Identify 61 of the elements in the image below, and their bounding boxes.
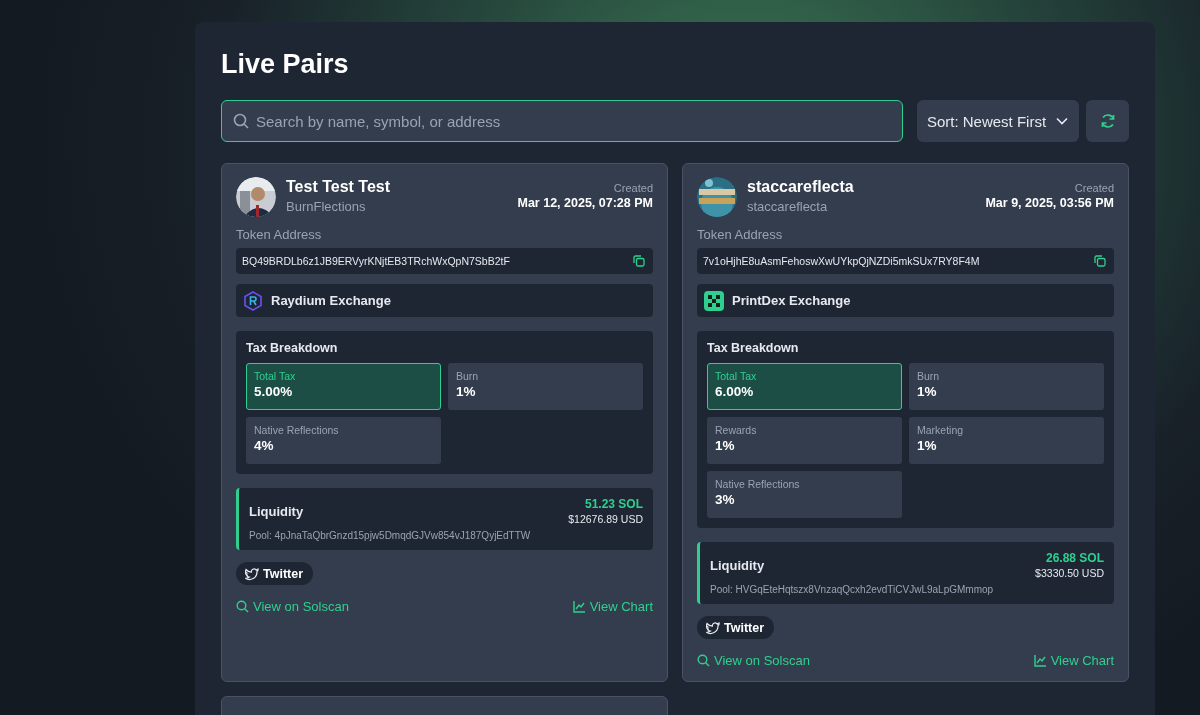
search-field[interactable]: Search by name, symbol, or address xyxy=(221,100,903,142)
search-icon xyxy=(236,600,249,613)
created-label: Created xyxy=(1073,181,1114,195)
chart-link[interactable]: View Chart xyxy=(572,599,653,614)
liquidity-label: Liquidity xyxy=(249,504,304,519)
exchange-name: Raydium Exchange xyxy=(271,293,391,308)
address-label: Token Address xyxy=(236,227,323,243)
copy-icon[interactable] xyxy=(1094,255,1106,267)
tax-title: Tax Breakdown xyxy=(707,341,800,355)
tax-value: 1% xyxy=(456,383,477,401)
token-name: staccareflecta xyxy=(747,177,855,197)
tax-label: Native Reflections xyxy=(254,424,340,437)
hexagon-icon xyxy=(243,290,263,311)
address-label: Token Address xyxy=(697,227,784,243)
usd-amount: $12676.89 USD xyxy=(568,512,643,526)
tax-label: Marketing xyxy=(917,424,965,437)
liquidity-label: Liquidity xyxy=(710,558,765,573)
twitter-button[interactable]: Twitter xyxy=(697,616,775,639)
copy-icon[interactable] xyxy=(633,255,645,267)
sol-amount: 51.23 SOL xyxy=(583,497,643,512)
tax-value: 4% xyxy=(254,437,275,455)
token-symbol: BurnFlections xyxy=(286,198,367,216)
tax-value: 1% xyxy=(917,383,938,401)
tax-value: 5.00% xyxy=(254,383,294,401)
chart-link[interactable]: View Chart xyxy=(1033,653,1114,668)
refresh-button[interactable] xyxy=(1086,100,1129,142)
exchange-name: PrintDex Exchange xyxy=(732,293,851,308)
pool-address: Pool: 4pJnaTaQbrGnzd15pjw5DmqdGJVw854vJ187QyjEdTTW xyxy=(249,530,532,541)
tax-label: Burn xyxy=(917,370,941,383)
solscan-link[interactable]: View on Solscan xyxy=(697,653,810,668)
sol-amount: 26.88 SOL xyxy=(1044,551,1104,566)
tax-value: 6.00% xyxy=(715,383,755,401)
bird-icon xyxy=(706,620,720,635)
chart-icon xyxy=(1033,654,1047,667)
tax-label: Native Reflections xyxy=(715,478,801,491)
grid-icon xyxy=(704,290,724,311)
tax-label: Burn xyxy=(456,370,480,383)
search-icon xyxy=(697,654,710,667)
tax-value: 1% xyxy=(917,437,938,455)
tax-value: 3% xyxy=(715,491,736,509)
created-date: Mar 12, 2025, 07:28 PM xyxy=(517,195,653,212)
tax-value: 1% xyxy=(715,437,736,455)
refresh-icon xyxy=(1099,113,1116,129)
solscan-link[interactable]: View on Solscan xyxy=(236,599,349,614)
chart-icon xyxy=(572,600,586,613)
token-address: 7v1oHjhE8uAsmFehoswXwUYkpQjNZDi5mkSUx7RY8F4M xyxy=(703,255,980,267)
token-symbol: staccareflecta xyxy=(747,198,829,216)
pool-address: Pool: HVGqEteHqtszx8VnzaqQcxh2evdTiCVJwL9aLpGMmmop xyxy=(710,584,995,595)
tax-label: Total Tax xyxy=(254,370,297,383)
bird-icon xyxy=(245,566,259,581)
token-address: BQ49BRDLb6z1JB9ERVyrKNjtEB3TRchWxQpN7SbB2tF xyxy=(242,255,510,267)
twitter-button[interactable]: Twitter xyxy=(236,562,314,585)
sort-dropdown[interactable]: Sort: Newest First xyxy=(917,100,1079,142)
tax-label: Total Tax xyxy=(715,370,758,383)
tax-title: Tax Breakdown xyxy=(246,341,339,355)
page-title: Live Pairs xyxy=(221,48,350,80)
tax-label: Rewards xyxy=(715,424,758,437)
created-label: Created xyxy=(612,181,653,195)
created-date: Mar 9, 2025, 03:56 PM xyxy=(985,195,1114,212)
usd-amount: $3330.50 USD xyxy=(1035,566,1104,580)
token-name: Test Test Test xyxy=(286,177,392,197)
